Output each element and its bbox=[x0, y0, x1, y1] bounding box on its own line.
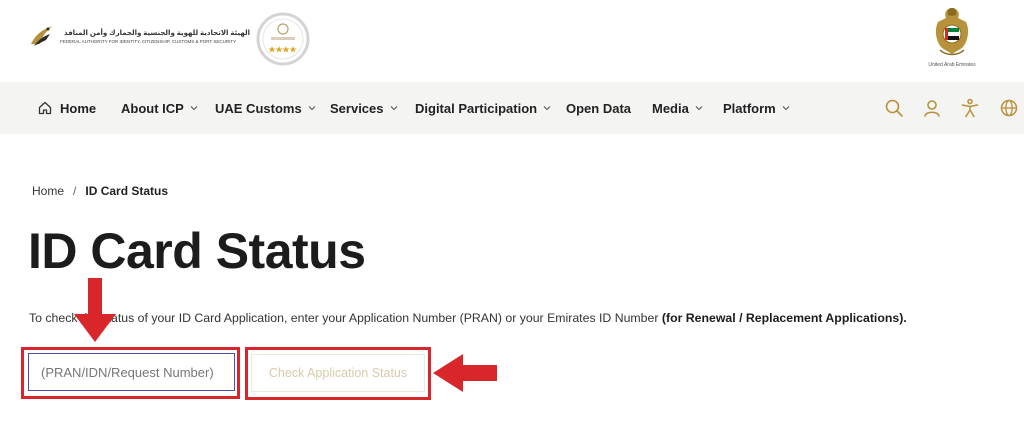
star-rating-badge-icon bbox=[256, 12, 310, 66]
nav-label: Digital Participation bbox=[415, 100, 538, 116]
page-title: ID Card Status bbox=[28, 223, 366, 279]
breadcrumb-home-link[interactable]: Home bbox=[32, 184, 64, 198]
nav-item-digital-participation[interactable]: Digital Participation bbox=[415, 82, 551, 134]
breadcrumb-current: ID Card Status bbox=[85, 184, 169, 198]
chevron-down-icon bbox=[543, 106, 551, 111]
logo-arabic-text: الهيئة الاتحادية للهوية والجنسية والجمار… bbox=[64, 29, 250, 37]
uae-emblem: United Arab Emirates bbox=[928, 4, 976, 70]
falcon-logo-icon bbox=[31, 26, 52, 46]
chevron-down-icon bbox=[782, 106, 790, 111]
search-icon[interactable] bbox=[884, 98, 904, 118]
intro-text-plain: To check the status of your ID Card Appl… bbox=[29, 311, 662, 325]
nav-item-platform[interactable]: Platform bbox=[723, 82, 790, 134]
breadcrumb-separator: / bbox=[73, 184, 77, 198]
nav-label: Services bbox=[330, 100, 384, 116]
nav-item-home[interactable]: Home bbox=[38, 82, 96, 134]
nav-label: UAE Customs bbox=[215, 100, 302, 116]
nav-item-about-icp[interactable]: About ICP bbox=[121, 82, 198, 134]
user-icon[interactable] bbox=[922, 98, 942, 118]
nav-label: Open Data bbox=[566, 100, 632, 116]
breadcrumb: Home / ID Card Status bbox=[32, 184, 168, 198]
nav-label: Home bbox=[60, 100, 97, 116]
home-icon bbox=[38, 101, 52, 115]
nav-item-open-data[interactable]: Open Data bbox=[566, 82, 631, 134]
nav-item-media[interactable]: Media bbox=[652, 82, 703, 134]
accessibility-icon[interactable] bbox=[960, 98, 980, 118]
logo-english-text: FEDERAL AUTHORITY FOR IDENTITY, CITIZENS… bbox=[60, 38, 237, 44]
nav-label: About ICP bbox=[121, 100, 184, 116]
down-arrow-icon bbox=[74, 278, 116, 342]
nav-item-uae-customs[interactable]: UAE Customs bbox=[215, 82, 316, 134]
check-application-status-button[interactable]: Check Application Status bbox=[251, 354, 425, 392]
site-header: الهيئة الاتحادية للهوية والجنسية والجمار… bbox=[0, 0, 1024, 82]
chevron-down-icon bbox=[308, 106, 316, 111]
nav-label: Media bbox=[652, 100, 689, 116]
intro-text-bold: (for Renewal / Replacement Applications)… bbox=[661, 311, 907, 325]
falcon-emblem-icon bbox=[935, 8, 969, 56]
chevron-down-icon bbox=[695, 106, 703, 111]
emblem-caption: United Arab Emirates bbox=[928, 62, 976, 68]
left-arrow-icon bbox=[433, 354, 497, 392]
intro-text: To check the status of your ID Card Appl… bbox=[29, 311, 907, 325]
globe-icon[interactable] bbox=[999, 98, 1019, 118]
pran-idn-input[interactable] bbox=[28, 353, 235, 391]
chevron-down-icon bbox=[390, 106, 397, 111]
main-navigation: Home About ICP UAE Customs Services Digi… bbox=[0, 82, 1024, 134]
nav-label: Platform bbox=[723, 100, 776, 116]
chevron-down-icon bbox=[190, 106, 198, 111]
icp-logo[interactable]: الهيئة الاتحادية للهوية والجنسية والجمار… bbox=[28, 22, 250, 50]
nav-item-services[interactable]: Services bbox=[330, 82, 398, 134]
